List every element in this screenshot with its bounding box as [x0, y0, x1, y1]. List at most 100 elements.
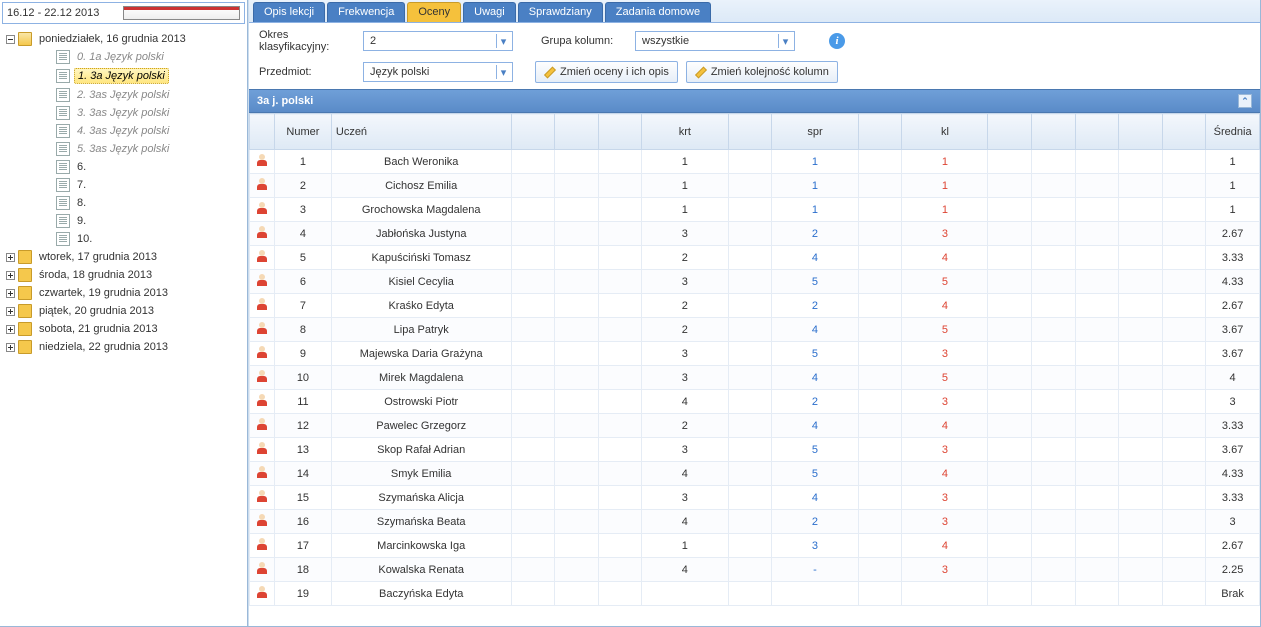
- tree-day-collapsed[interactable]: wtorek, 17 grudnia 2013: [0, 248, 247, 266]
- reorder-columns-button[interactable]: Zmień kolejność kolumn: [686, 61, 838, 83]
- tab-uwagi[interactable]: Uwagi: [463, 2, 516, 22]
- info-icon[interactable]: i: [829, 33, 845, 49]
- col-header-blank9[interactable]: [1119, 114, 1163, 150]
- table-row[interactable]: 3Grochowska Magdalena1111: [250, 198, 1260, 222]
- table-row[interactable]: 11Ostrowski Piotr4233: [250, 390, 1260, 414]
- col-header-krt[interactable]: krt: [642, 114, 728, 150]
- col-header-blank1[interactable]: [511, 114, 555, 150]
- table-row[interactable]: 14Smyk Emilia4544.33: [250, 462, 1260, 486]
- group-select[interactable]: wszystkie ▾: [635, 31, 795, 51]
- tree-lesson-item[interactable]: 5. 3as Język polski: [0, 140, 247, 158]
- col-header-blank10[interactable]: [1162, 114, 1206, 150]
- cell-blank: [598, 462, 642, 486]
- person-icon: [256, 514, 268, 526]
- col-header-blank7[interactable]: [1031, 114, 1075, 150]
- plus-icon[interactable]: [6, 271, 15, 280]
- plus-icon[interactable]: [6, 307, 15, 316]
- plus-icon[interactable]: [6, 325, 15, 334]
- subject-select[interactable]: Język polski ▾: [363, 62, 513, 82]
- cell-blank: [1075, 534, 1119, 558]
- plus-icon[interactable]: [6, 253, 15, 262]
- cell-krt: 3: [642, 222, 728, 246]
- student-icon-cell: [250, 342, 275, 366]
- tree-lesson-label: 10.: [74, 232, 95, 246]
- tree-lesson-item[interactable]: 1. 3a Język polski: [0, 66, 247, 86]
- tree-lesson-item[interactable]: 4. 3as Język polski: [0, 122, 247, 140]
- col-header-spr[interactable]: spr: [772, 114, 859, 150]
- table-row[interactable]: 4Jabłońska Justyna3232.67: [250, 222, 1260, 246]
- date-range-picker[interactable]: 16.12 - 22.12 2013: [2, 2, 245, 24]
- table-row[interactable]: 5Kapuściński Tomasz2443.33: [250, 246, 1260, 270]
- chevron-down-icon: ▾: [778, 34, 792, 48]
- tree-lesson-item[interactable]: 9.: [0, 212, 247, 230]
- tree-lesson-item[interactable]: 7.: [0, 176, 247, 194]
- tab-opis-lekcji[interactable]: Opis lekcji: [253, 2, 325, 22]
- tab-zadania-domowe[interactable]: Zadania domowe: [605, 2, 711, 22]
- cell-blank: [1119, 414, 1163, 438]
- calendar-icon[interactable]: [123, 6, 241, 20]
- tree-lesson-item[interactable]: 10.: [0, 230, 247, 248]
- tab-sprawdziany[interactable]: Sprawdziany: [518, 2, 603, 22]
- col-header-numer[interactable]: Numer: [275, 114, 332, 150]
- cell-blank: [988, 534, 1032, 558]
- page-icon: [56, 232, 70, 246]
- person-icon: [256, 250, 268, 262]
- edit-grades-button[interactable]: Zmień oceny i ich opis: [535, 61, 678, 83]
- table-row[interactable]: 10Mirek Magdalena3454: [250, 366, 1260, 390]
- table-row[interactable]: 8Lipa Patryk2453.67: [250, 318, 1260, 342]
- table-row[interactable]: 15Szymańska Alicja3433.33: [250, 486, 1260, 510]
- plus-icon[interactable]: [6, 289, 15, 298]
- cell-blank: [598, 534, 642, 558]
- tree-lesson-item[interactable]: 3. 3as Język polski: [0, 104, 247, 122]
- col-header-kl[interactable]: kl: [902, 114, 988, 150]
- table-row[interactable]: 9Majewska Daria Grażyna3533.67: [250, 342, 1260, 366]
- col-header-avg[interactable]: Średnia: [1206, 114, 1260, 150]
- cell-avg: 2.67: [1206, 222, 1260, 246]
- col-header-uczen[interactable]: Uczeń: [331, 114, 511, 150]
- table-row[interactable]: 16Szymańska Beata4233: [250, 510, 1260, 534]
- col-header-blank2[interactable]: [555, 114, 599, 150]
- col-header-blank4[interactable]: [728, 114, 772, 150]
- tree-lesson-item[interactable]: 0. 1a Język polski: [0, 48, 247, 66]
- cell-blank: [1075, 414, 1119, 438]
- table-row[interactable]: 2Cichosz Emilia1111: [250, 174, 1260, 198]
- table-row[interactable]: 1Bach Weronika1111: [250, 150, 1260, 174]
- col-header-blank8[interactable]: [1075, 114, 1119, 150]
- plus-icon[interactable]: [6, 343, 15, 352]
- tree-day-collapsed[interactable]: środa, 18 grudnia 2013: [0, 266, 247, 284]
- minus-icon[interactable]: [6, 35, 15, 44]
- cell-blank: [1031, 438, 1075, 462]
- grades-grid-wrap[interactable]: Numer Uczeń krt spr kl: [249, 113, 1260, 626]
- tab-oceny[interactable]: Oceny: [407, 2, 461, 22]
- table-row[interactable]: 17Marcinkowska Iga1342.67: [250, 534, 1260, 558]
- tab-frekwencja[interactable]: Frekwencja: [327, 2, 405, 22]
- collapse-icon[interactable]: ⌃: [1238, 94, 1252, 108]
- table-row[interactable]: 7Kraśko Edyta2242.67: [250, 294, 1260, 318]
- tree-lesson-item[interactable]: 8.: [0, 194, 247, 212]
- table-row[interactable]: 6Kisiel Cecylia3554.33: [250, 270, 1260, 294]
- col-header-blank6[interactable]: [988, 114, 1032, 150]
- cell-spr: 2: [772, 390, 859, 414]
- period-select[interactable]: 2 ▾: [363, 31, 513, 51]
- cell-blank: [555, 366, 599, 390]
- tree-day-collapsed[interactable]: niedziela, 22 grudnia 2013: [0, 338, 247, 356]
- table-row[interactable]: 13Skop Rafał Adrian3533.67: [250, 438, 1260, 462]
- tree-lesson-item[interactable]: 6.: [0, 158, 247, 176]
- tree-lesson-item[interactable]: 2. 3as Język polski: [0, 86, 247, 104]
- tree-day-collapsed[interactable]: piątek, 20 grudnia 2013: [0, 302, 247, 320]
- cell-spr: 1: [772, 150, 859, 174]
- tree-day-collapsed[interactable]: sobota, 21 grudnia 2013: [0, 320, 247, 338]
- table-row[interactable]: 18Kowalska Renata4-32.25: [250, 558, 1260, 582]
- cell-krt: 4: [642, 558, 728, 582]
- col-header-blank5[interactable]: [858, 114, 902, 150]
- table-row[interactable]: 12Pawelec Grzegorz2443.33: [250, 414, 1260, 438]
- tree-day-expanded[interactable]: poniedziałek, 16 grudnia 2013: [0, 30, 247, 48]
- cell-blank: [511, 390, 555, 414]
- col-header-icon[interactable]: [250, 114, 275, 150]
- col-header-blank3[interactable]: [598, 114, 642, 150]
- cell-blank: [858, 510, 902, 534]
- table-row[interactable]: 19Baczyńska EdytaBrak: [250, 582, 1260, 606]
- tree-day-collapsed[interactable]: czwartek, 19 grudnia 2013: [0, 284, 247, 302]
- cell-blank: [555, 198, 599, 222]
- cell-numer: 2: [275, 174, 332, 198]
